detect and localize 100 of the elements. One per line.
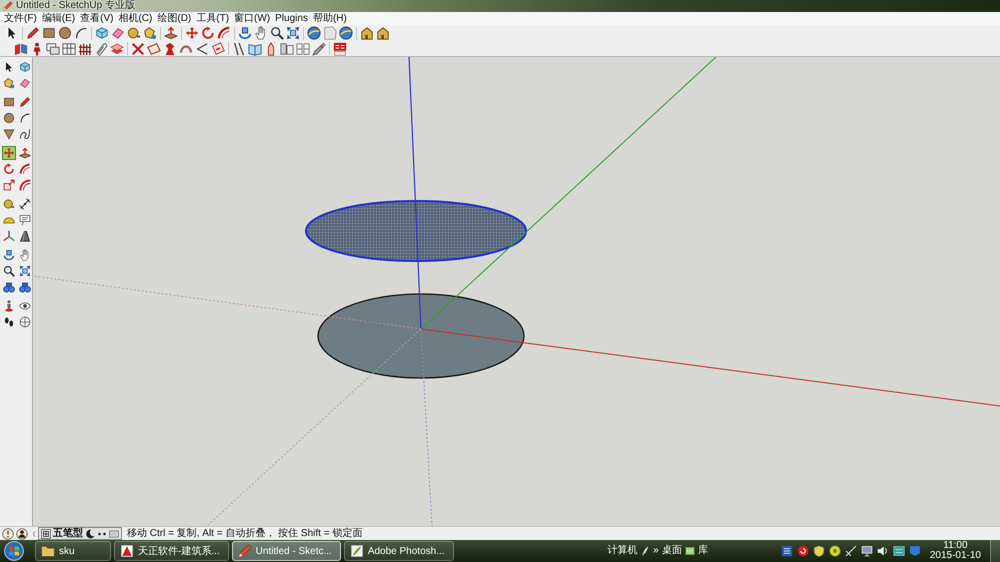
orbit-icon[interactable] (238, 26, 252, 40)
cut-shape-icon[interactable] (163, 42, 177, 56)
x-mark-icon[interactable] (131, 42, 145, 56)
stacked-layers-icon[interactable] (110, 42, 124, 56)
orbit-icon[interactable] (2, 248, 16, 262)
frame-icon[interactable] (62, 42, 76, 56)
menu-item[interactable]: 窗口(W) (232, 12, 272, 25)
menu-item[interactable]: 编辑(E) (40, 12, 78, 25)
tape-measure-icon[interactable] (127, 26, 141, 40)
clock-date[interactable]: 2015-01-10 (930, 551, 981, 561)
blocks-icon[interactable] (280, 42, 294, 56)
keyboard-icon[interactable] (109, 528, 119, 538)
grid-blocks-icon[interactable] (296, 42, 310, 56)
show-desktop-button[interactable] (990, 540, 1000, 562)
magnifier-icon[interactable] (2, 264, 16, 278)
monitor-icon[interactable] (860, 545, 873, 557)
moon-icon[interactable] (85, 528, 95, 538)
square-icon[interactable] (2, 95, 16, 109)
window-frames-icon[interactable] (46, 42, 60, 56)
menu-item[interactable]: 相机(C) (116, 12, 154, 25)
menu-item[interactable]: 帮助(H) (310, 12, 349, 25)
start-orb-icon[interactable] (4, 541, 24, 561)
taskbar-link[interactable]: 桌面 (662, 545, 682, 557)
binoculars-icon[interactable] (18, 280, 32, 294)
taskbar-button[interactable]: sku (35, 541, 111, 561)
person-circle-icon[interactable] (16, 528, 28, 540)
pennant-icon[interactable] (908, 545, 921, 557)
push-pull-icon[interactable] (164, 26, 178, 40)
angle-icon[interactable] (195, 42, 209, 56)
menu-item[interactable]: 绘图(D) (155, 12, 194, 25)
curved-strip-icon[interactable] (217, 26, 231, 40)
offset-arcs-icon[interactable] (18, 178, 32, 192)
menu-item[interactable]: 工具(T) (194, 12, 232, 25)
paperclip-icon[interactable] (94, 42, 108, 56)
quill-icon[interactable] (640, 546, 650, 556)
corner-arrows-icon[interactable] (286, 26, 300, 40)
taskbar-link[interactable]: 计算机 (607, 545, 638, 557)
book-icon[interactable] (248, 42, 262, 56)
wedge-icon[interactable] (18, 229, 32, 243)
bucket-icon[interactable] (2, 76, 16, 90)
circle-icon[interactable] (2, 111, 16, 125)
card-icon[interactable] (211, 42, 225, 56)
network-icon[interactable] (844, 545, 857, 557)
cube-icon[interactable] (18, 60, 32, 74)
cube-icon[interactable] (95, 26, 109, 40)
window-title: Untitled - SketchUp 专业版 (16, 0, 135, 12)
footprints-icon[interactable] (2, 315, 16, 329)
taskbar-link[interactable]: 库 (698, 545, 708, 557)
ime-mode-label[interactable]: 五笔型 (53, 528, 83, 539)
leaf-document-icon (350, 544, 364, 558)
logo-tile-icon[interactable] (333, 42, 347, 56)
exclamation-circle-icon[interactable] (2, 528, 14, 540)
swirl-circle-icon[interactable] (796, 545, 809, 557)
menu-item[interactable]: 文件(F) (2, 12, 39, 25)
hand-icon[interactable] (254, 26, 268, 40)
corner-arrows-icon[interactable] (18, 264, 32, 278)
library-icon[interactable] (684, 546, 695, 556)
squiggle-icon[interactable] (18, 127, 32, 141)
triangle-icon[interactable] (2, 127, 16, 141)
house-icon[interactable] (360, 26, 374, 40)
dimension-icon[interactable] (18, 197, 32, 211)
scale-box-icon[interactable] (2, 178, 16, 192)
badge-circle-icon[interactable] (828, 545, 841, 557)
eraser-icon[interactable] (18, 76, 32, 90)
clock-time[interactable]: 11:00 (943, 541, 968, 551)
shield-icon[interactable] (812, 545, 825, 557)
speaker-icon[interactable] (876, 545, 889, 557)
grid-logo-icon[interactable] (41, 528, 51, 538)
push-pull-icon[interactable] (18, 146, 32, 160)
cross-arrows-icon[interactable] (185, 26, 199, 40)
magnifier-icon[interactable] (270, 26, 284, 40)
taskbar-button[interactable]: Adobe Photosh... (344, 541, 454, 561)
axes-icon[interactable] (2, 229, 16, 243)
globe-icon[interactable] (307, 26, 321, 40)
input-method-icon[interactable] (780, 545, 793, 557)
taskbar-link[interactable]: » (653, 545, 659, 557)
house-icon[interactable] (376, 26, 390, 40)
two-panels-icon[interactable] (14, 42, 28, 56)
fence-icon[interactable] (78, 42, 92, 56)
tape-measure-icon[interactable] (2, 197, 16, 211)
bucket-icon[interactable] (143, 26, 157, 40)
globe-icon[interactable] (339, 26, 353, 40)
taskbar-button[interactable]: Untitled - Sketc... (232, 541, 341, 561)
circular-arrow-icon[interactable] (2, 162, 16, 176)
binoculars-icon[interactable] (2, 280, 16, 294)
circular-arrow-icon[interactable] (201, 26, 215, 40)
pencil-icon[interactable] (18, 95, 32, 109)
arc-icon[interactable] (74, 26, 88, 40)
window-tile-icon[interactable] (892, 545, 905, 557)
menu-item[interactable]: 查看(V) (78, 12, 116, 25)
stick-icon[interactable] (232, 42, 246, 56)
menu-item[interactable]: Plugins (273, 12, 310, 25)
pen-icon[interactable] (312, 42, 326, 56)
circle-icon[interactable] (58, 26, 72, 40)
label-icon[interactable] (18, 213, 32, 227)
arc-icon[interactable] (18, 111, 32, 125)
curved-strip-icon[interactable] (18, 162, 32, 176)
taskbar-button[interactable]: 天正软件-建筑系... (114, 541, 229, 561)
square-icon[interactable] (42, 26, 56, 40)
crosshair-circle-icon[interactable] (18, 315, 32, 329)
